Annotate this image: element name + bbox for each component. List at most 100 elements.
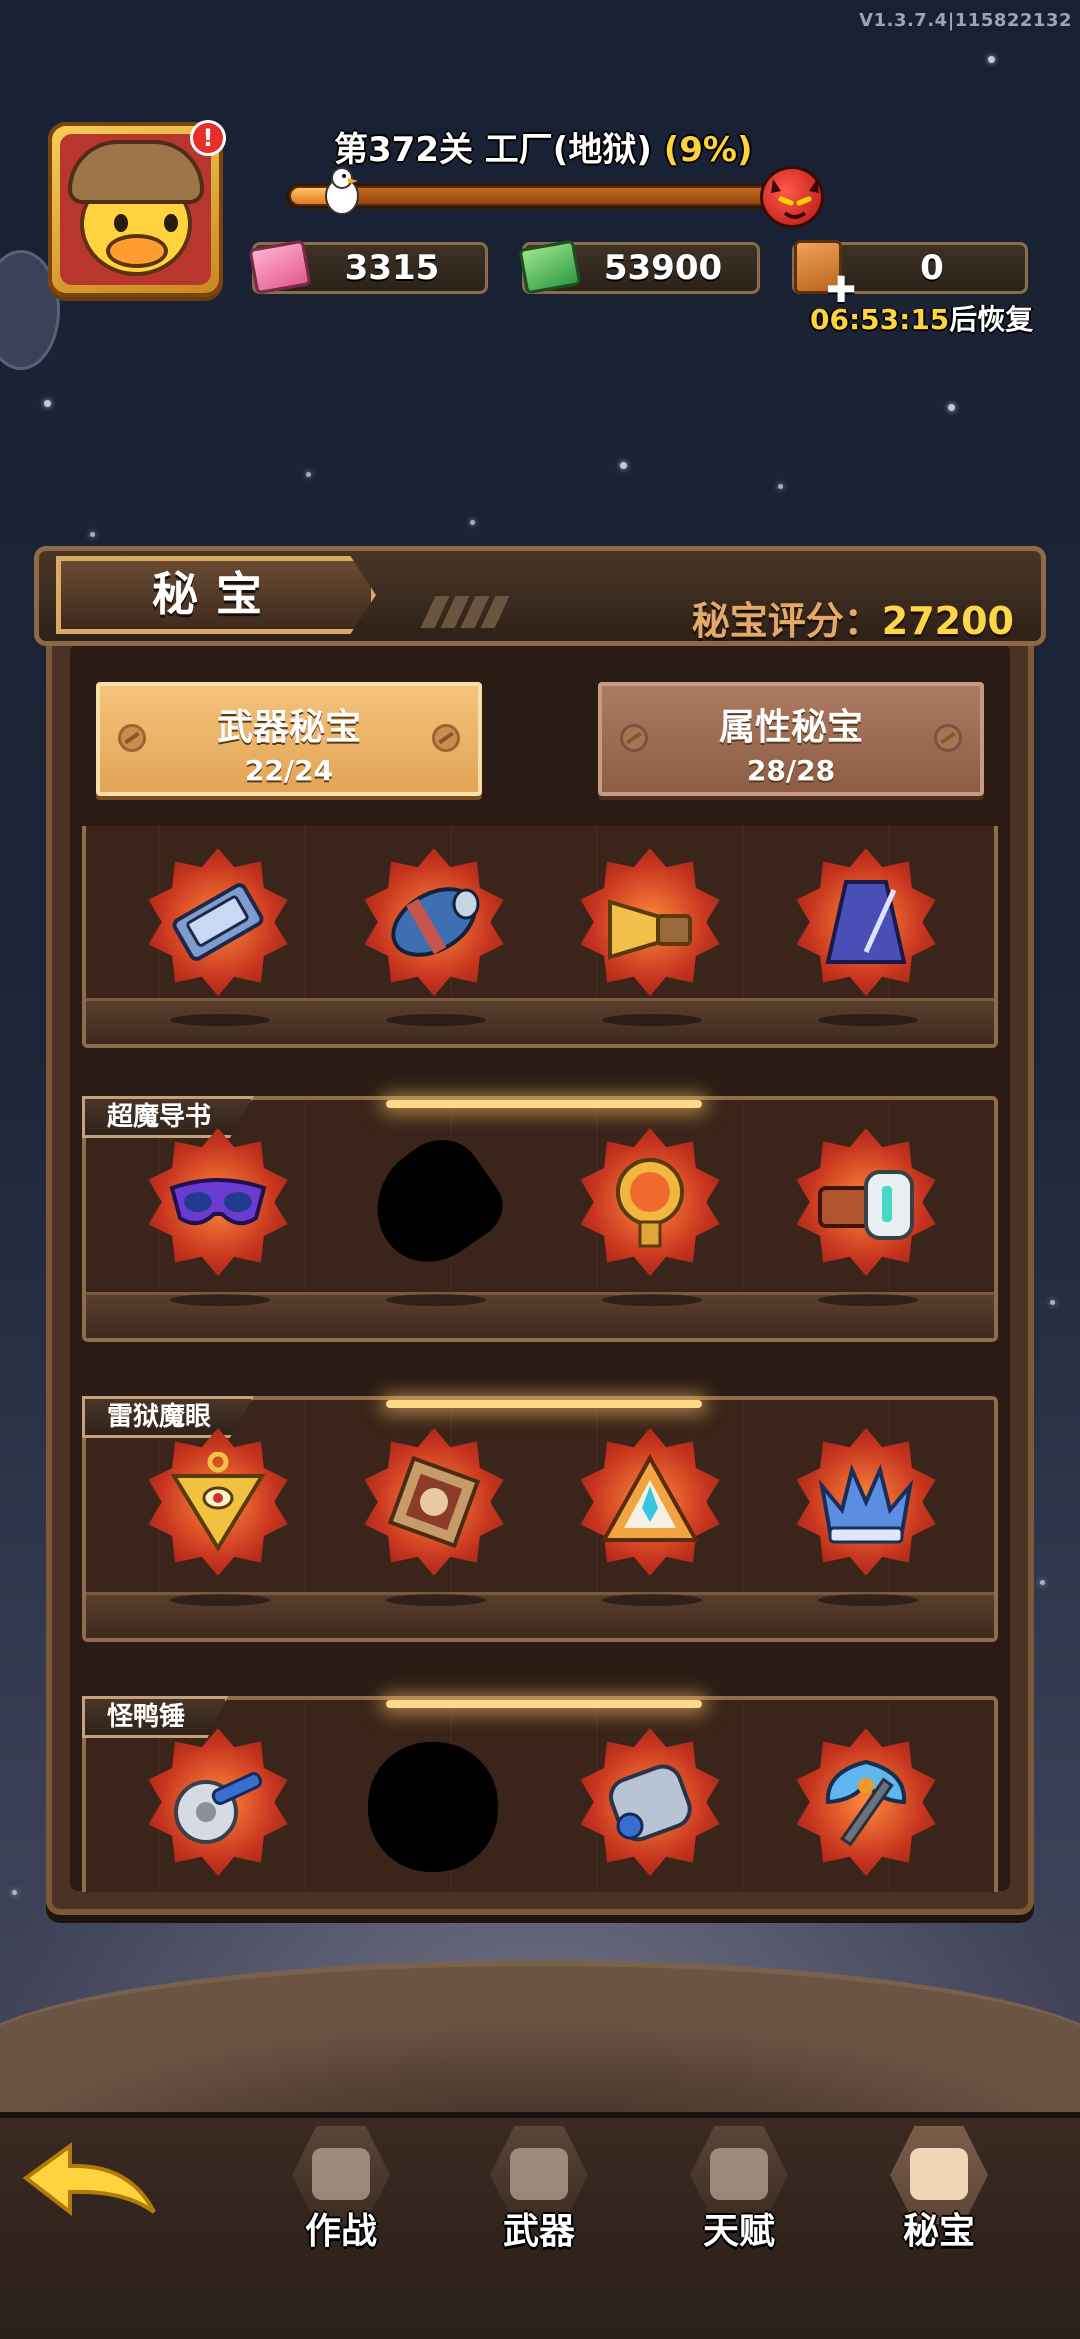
item-shadow [386, 1594, 486, 1606]
item-shadow [602, 1014, 702, 1026]
nav-weapon[interactable]: 武器 [474, 2126, 604, 2256]
level-title: 第372关 工厂(地狱) (9%) [334, 122, 753, 171]
star [620, 462, 627, 469]
treasure-slot[interactable] [786, 1422, 946, 1606]
item-shadow [602, 1294, 702, 1306]
screw-icon [118, 724, 146, 752]
millennium-puzzle-icon [170, 1452, 266, 1552]
nav-label: 秘宝 [902, 2211, 975, 2252]
item-shadow [170, 1014, 270, 1026]
treasure-slot[interactable] [138, 1422, 298, 1606]
star [306, 472, 311, 477]
shelf-light [386, 1100, 702, 1108]
treasure-slot[interactable] [786, 1722, 946, 1882]
shelf-light [386, 1400, 702, 1408]
treasure-slot[interactable] [570, 1122, 730, 1306]
treasure-icon [910, 2148, 968, 2200]
nav-treasure[interactable]: 秘宝 [874, 2126, 1004, 2256]
locked-silhouette-icon [368, 1742, 498, 1872]
treasure-score: 秘宝评分：27200 [692, 590, 1014, 645]
treasure-slot[interactable] [570, 1722, 730, 1882]
tab-count: 28/28 [746, 754, 836, 787]
star [470, 520, 475, 525]
screw-icon [620, 724, 648, 752]
treasure-slot[interactable] [570, 842, 730, 1026]
treasure-shelf-list[interactable]: 超魔导书 雷狱魔眼 怪鸭锤 [82, 826, 1000, 1892]
avatar-portrait [60, 134, 211, 285]
treasure-slot[interactable] [786, 1122, 946, 1306]
item-shadow [818, 1294, 918, 1306]
tape-device-icon [818, 1170, 914, 1240]
treasure-shelf: 怪鸭锤 [82, 1696, 998, 1892]
treasure-slot-locked[interactable] [353, 1122, 515, 1306]
treasure-slot[interactable] [138, 1722, 298, 1882]
nav-label: 作战 [304, 2211, 377, 2252]
currency-value: 0 [920, 248, 944, 288]
level-progress-bar [286, 183, 796, 209]
item-shadow [602, 1594, 702, 1606]
item-shadow [818, 1594, 918, 1606]
treasure-slot[interactable] [354, 1422, 514, 1606]
treasure-slot-locked[interactable] [354, 1722, 514, 1882]
star [1050, 1300, 1055, 1305]
item-shadow [170, 1294, 270, 1306]
tab-label: 属性秘宝 [718, 707, 863, 748]
saw-wrench-icon [174, 1772, 263, 1844]
decor-stripes [420, 596, 528, 628]
battle-axe-icon [825, 1759, 907, 1847]
nav-battle[interactable]: 作战 [276, 2126, 406, 2256]
nav-label: 天赋 [702, 2211, 775, 2252]
battle-icon [312, 2148, 370, 2200]
treasure-shelf [82, 826, 998, 1048]
weapon-icon [510, 2148, 568, 2200]
duck-beak-icon [106, 234, 168, 268]
tab-attribute-treasure[interactable]: 属性秘宝 28/28 [598, 682, 984, 796]
score-value: 27200 [881, 599, 1014, 643]
treasure-slot[interactable] [138, 842, 298, 1026]
treasure-slot[interactable] [354, 842, 514, 1026]
triangle-artifact-icon [600, 1453, 700, 1542]
star [988, 56, 995, 63]
item-shadow [170, 1594, 270, 1606]
shelf-light [386, 1700, 702, 1708]
item-shadow [386, 1294, 486, 1306]
panel-title: 秘宝 [56, 556, 376, 634]
back-arrow-icon[interactable] [20, 2138, 160, 2228]
currency-value: 53900 [603, 248, 723, 288]
tab-count: 22/24 [244, 754, 334, 787]
timer-suffix: 后恢复 [949, 303, 1034, 336]
screw-icon [934, 724, 962, 752]
mech-fist-icon [608, 1764, 692, 1842]
bullet-icon [391, 887, 480, 957]
pink-cash-icon [248, 239, 312, 295]
ancient-box-icon [387, 1455, 481, 1549]
talent-cards-icon [710, 2148, 768, 2200]
treasure-slot[interactable] [570, 1422, 730, 1606]
megaphone-icon [608, 899, 692, 960]
purple-mask-icon [169, 1178, 267, 1226]
item-shadow [818, 1014, 918, 1026]
nav-talent[interactable]: 天赋 [674, 2126, 804, 2256]
timer-value: 06:53:15 [810, 303, 950, 336]
duck-progress-marker-icon [325, 167, 359, 215]
metronome-icon [825, 880, 907, 964]
treasure-slot[interactable] [138, 1122, 298, 1306]
nav-label: 武器 [502, 2211, 575, 2252]
treasure-shelf: 超魔导书 [82, 1096, 998, 1342]
avatar-alert-badge: ! [190, 120, 226, 156]
ice-crown-icon [818, 1463, 914, 1544]
duck-hat-icon [68, 140, 204, 204]
star [1040, 1580, 1045, 1585]
star [948, 404, 955, 411]
boss-devil-icon [760, 166, 824, 228]
tab-weapon-treasure[interactable]: 武器秘宝 22/24 [96, 682, 482, 796]
stamina-timer: 06:53:15后恢复 [810, 298, 1033, 338]
tab-label: 武器秘宝 [216, 707, 361, 748]
treasure-slot[interactable] [786, 842, 946, 1026]
level-percent: (9%) [663, 130, 753, 170]
currency-value: 3315 [344, 248, 440, 288]
duck-eye-icon [114, 214, 128, 232]
treasure-shelf: 雷狱魔眼 [82, 1396, 998, 1642]
level-name: 第372关 工厂(地狱) [334, 130, 652, 170]
green-cash-icon [518, 239, 582, 295]
